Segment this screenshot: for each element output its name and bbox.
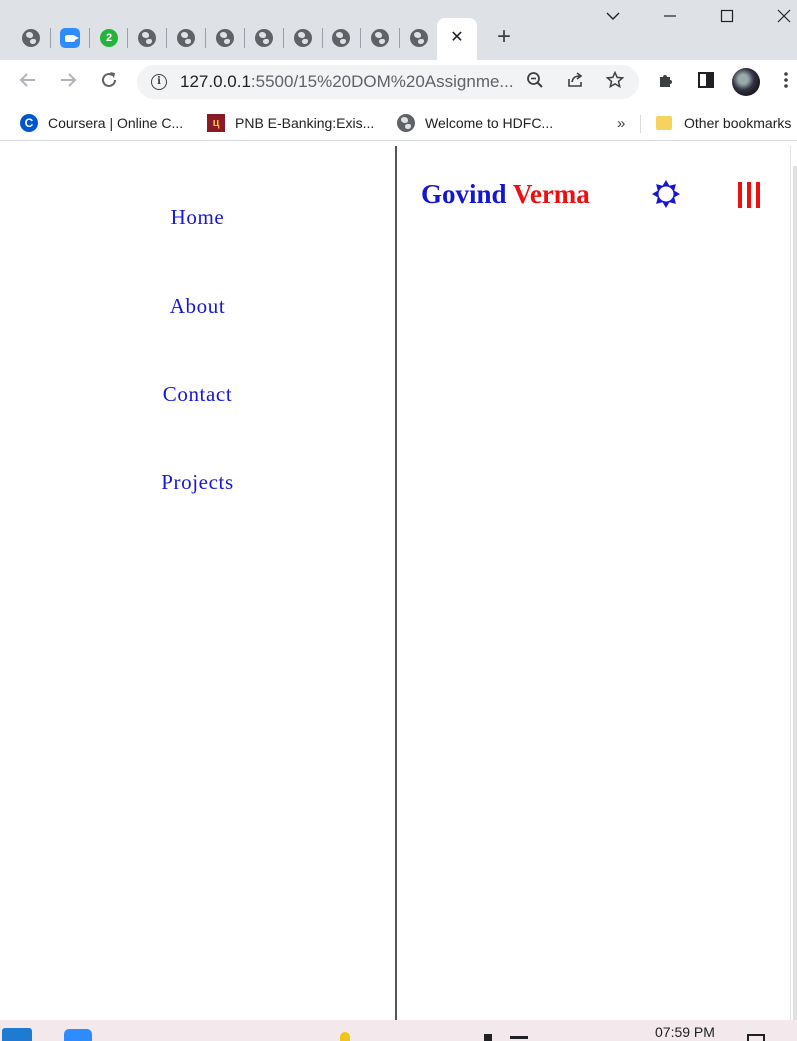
tray-icon[interactable] — [484, 1034, 492, 1041]
os-taskbar: 07:59 PM — [0, 1020, 797, 1041]
bookmarks-separator — [640, 115, 641, 133]
nav-link-about[interactable]: About — [0, 294, 395, 319]
weather-icon[interactable] — [340, 1032, 350, 1041]
other-bookmarks-label: Other bookmarks — [684, 115, 792, 131]
bookmark-coursera[interactable]: C Coursera | Online C... — [20, 112, 183, 134]
zoom-icon — [60, 28, 80, 48]
bookmark-label: Coursera | Online C... — [48, 115, 184, 131]
pnb-icon: ц — [207, 114, 225, 132]
url-path: :5500/15%20DOM%20Assignme... — [250, 72, 514, 91]
close-tab-icon[interactable]: ✕ — [447, 28, 467, 48]
bookmark-hdfc[interactable]: Welcome to HDFC... — [397, 112, 553, 134]
sidebar-nav: Home About Contact Projects — [0, 146, 397, 1020]
new-tab-button[interactable]: + — [493, 25, 515, 49]
browser-tab[interactable] — [206, 24, 244, 52]
sun-icon[interactable] — [651, 179, 681, 209]
bookmarks-overflow-button[interactable]: » — [617, 112, 625, 134]
extensions-icon[interactable] — [654, 70, 678, 94]
tab-search-icon[interactable] — [601, 8, 625, 32]
nav-link-home[interactable]: Home — [0, 205, 395, 230]
brand-first-name: Govind — [421, 179, 507, 209]
zoom-magnifier-icon[interactable] — [524, 71, 546, 93]
globe-icon — [255, 29, 273, 47]
other-bookmarks[interactable]: Other bookmarks — [656, 112, 791, 134]
url-text[interactable]: 127.0.0.1:5500/15%20DOM%20Assignme... — [180, 72, 514, 92]
browser-toolbar: i 127.0.0.1:5500/15%20DOM%20Assignme... — [0, 60, 797, 105]
maximize-icon[interactable] — [715, 8, 739, 32]
globe-icon — [397, 114, 415, 132]
reload-icon[interactable] — [97, 70, 121, 94]
browser-tab[interactable] — [361, 24, 399, 52]
side-panel-icon[interactable] — [694, 70, 718, 94]
folder-icon — [656, 116, 672, 130]
globe-icon — [216, 29, 234, 47]
notification-icon: 2 — [100, 29, 118, 47]
browser-tab[interactable]: 2 — [90, 24, 128, 52]
globe-icon — [410, 29, 428, 47]
hamburger-menu-icon[interactable] — [737, 182, 761, 208]
page-scrollbar[interactable] — [793, 166, 797, 1020]
globe-icon — [371, 29, 389, 47]
globe-icon — [294, 29, 312, 47]
vscode-icon[interactable] — [2, 1028, 32, 1041]
bookmarks-bar: C Coursera | Online C... ц PNB E-Banking… — [0, 105, 797, 141]
bookmark-label: Welcome to HDFC... — [425, 115, 554, 131]
site-info-icon[interactable]: i — [151, 74, 167, 90]
nav-link-contact[interactable]: Contact — [0, 382, 395, 407]
nav-link-projects[interactable]: Projects — [0, 470, 395, 495]
back-icon[interactable] — [16, 70, 40, 94]
taskbar-clock[interactable]: 07:59 PM — [655, 1024, 715, 1040]
url-host: 127.0.0.1 — [180, 72, 251, 91]
site-brand: Govind Verma — [421, 179, 590, 210]
globe-icon — [138, 29, 156, 47]
browser-tab[interactable] — [322, 24, 360, 52]
forward-icon[interactable] — [56, 70, 80, 94]
minimize-icon[interactable] — [658, 8, 682, 32]
network-icon[interactable] — [510, 1036, 528, 1039]
zoom-taskbar-icon[interactable] — [64, 1029, 92, 1041]
browser-tab[interactable] — [12, 24, 50, 52]
browser-tab[interactable] — [245, 24, 283, 52]
coursera-icon: C — [20, 114, 38, 132]
notification-center-icon[interactable] — [747, 1034, 765, 1041]
brand-last-name: Verma — [512, 179, 590, 209]
browser-tab[interactable] — [400, 24, 438, 52]
menu-dots-icon[interactable] — [774, 70, 797, 94]
share-icon[interactable] — [564, 71, 586, 93]
address-bar[interactable]: i 127.0.0.1:5500/15%20DOM%20Assignme... — [137, 65, 639, 99]
browser-tab[interactable] — [284, 24, 322, 52]
browser-tab[interactable] — [167, 24, 205, 52]
page-viewport: Home About Contact Projects Govind Verma — [0, 146, 797, 1020]
browser-tab[interactable] — [51, 24, 89, 52]
browser-tab[interactable] — [128, 24, 166, 52]
bookmark-star-icon[interactable] — [604, 70, 626, 93]
bookmark-pnb[interactable]: ц PNB E-Banking:Exis... — [207, 112, 374, 134]
bookmark-label: PNB E-Banking:Exis... — [235, 115, 375, 131]
globe-icon — [332, 29, 350, 47]
close-window-icon[interactable] — [772, 8, 796, 32]
globe-icon — [22, 29, 40, 47]
tab-strip: 2 ✕ + — [0, 0, 797, 60]
globe-icon — [177, 29, 195, 47]
profile-avatar[interactable] — [732, 68, 760, 96]
